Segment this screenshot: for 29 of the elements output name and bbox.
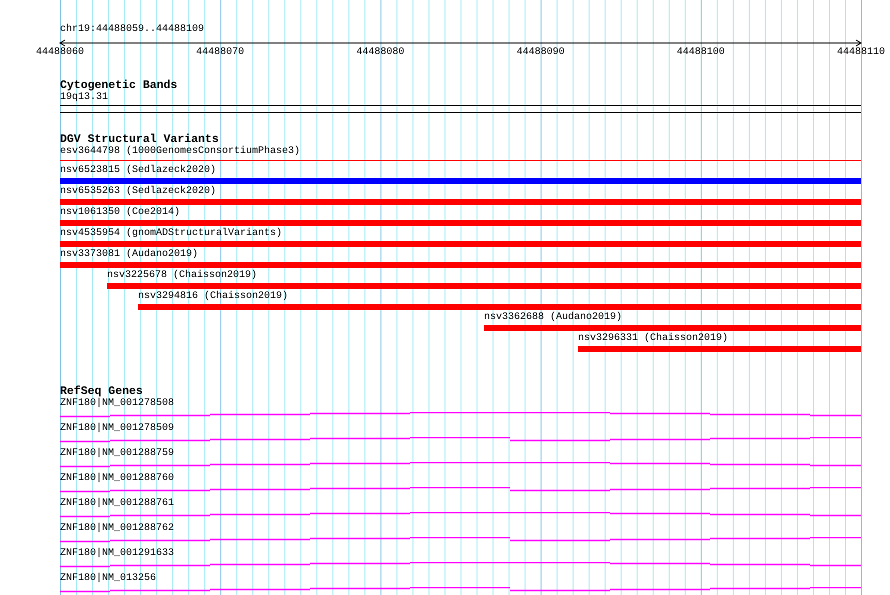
position-label: 44488090 xyxy=(516,47,565,59)
variant-label: nsv1061350 (Coe2014) xyxy=(60,207,180,219)
gene-label: ZNF180|NM_001288761 xyxy=(60,498,174,510)
track-title: RefSeq Genes xyxy=(60,385,143,398)
location-label: chr19:44488059..44488109 xyxy=(60,24,204,35)
variant-label: nsv4535954 (gnomADStructuralVariants) xyxy=(60,228,282,240)
variant-label: nsv3362688 (Audano2019) xyxy=(484,312,622,324)
position-label: 44488100 xyxy=(676,47,725,59)
gene-label: ZNF180|NM_001278509 xyxy=(60,423,174,435)
variant-label: nsv3225678 (Chaisson2019) xyxy=(107,270,258,282)
variant-label: nsv3296331 (Chaisson2019) xyxy=(578,333,728,345)
variant-label: esv3644798 (1000GenomesConsortiumPhase3) xyxy=(60,146,300,158)
track-title: Cytogenetic Bands xyxy=(60,79,178,92)
position-label: 44488080 xyxy=(356,47,404,59)
position-label: 44488070 xyxy=(196,47,244,59)
gene-label: ZNF180|NM_001278508 xyxy=(60,398,174,410)
position-label: 44488110 xyxy=(837,47,885,59)
track-title: DGV Structural Variants xyxy=(60,133,219,146)
band-label: 19q13.31 xyxy=(60,92,108,104)
gene-label: ZNF180|NM_013256 xyxy=(60,573,156,585)
variant-label: nsv3373081 (Audano2019) xyxy=(60,249,198,261)
variant-label: nsv6523815 (Sedlazeck2020) xyxy=(60,165,216,177)
gene-label: ZNF180|NM_001288762 xyxy=(60,523,174,535)
gene-label: ZNF180|NM_001288760 xyxy=(60,473,174,485)
gene-label: ZNF180|NM_001288759 xyxy=(60,448,174,460)
variant-label: nsv3294816 (Chaisson2019) xyxy=(138,291,288,303)
gene-label: ZNF180|NM_001291633 xyxy=(60,548,174,560)
variant-label: nsv6535263 (Sedlazeck2020) xyxy=(60,186,216,198)
position-label: 44488060 xyxy=(36,47,84,59)
